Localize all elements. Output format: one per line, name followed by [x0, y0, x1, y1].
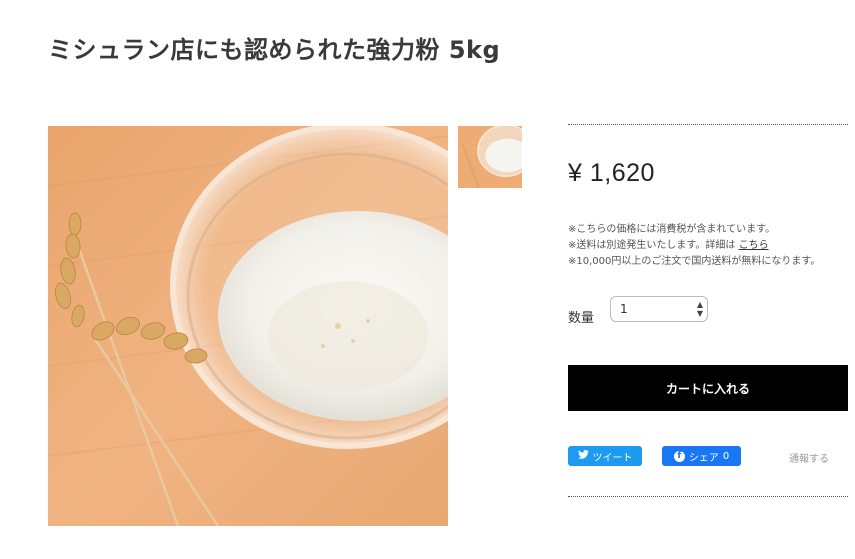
- quantity-value: 1: [620, 302, 628, 316]
- tax-note: ※こちらの価格には消費税が含まれています。: [568, 224, 776, 235]
- stepper-arrows-icon: ▲ ▼: [696, 300, 703, 318]
- add-to-cart-button[interactable]: カートに入れる: [568, 365, 848, 411]
- share-count: 0: [722, 450, 730, 462]
- purchase-panel: ¥ 1,620 ※こちらの価格には消費税が含まれています。 ※送料は別途発生いた…: [568, 124, 848, 497]
- tweet-button[interactable]: ツイート: [568, 446, 642, 466]
- facebook-share-button[interactable]: f シェア 0: [662, 446, 741, 466]
- price-notes: ※こちらの価格には消費税が含まれています。 ※送料は別途発生いたします。詳細は …: [568, 222, 820, 270]
- twitter-bird-icon: [577, 450, 589, 462]
- shipping-details-link[interactable]: こちら: [739, 240, 769, 251]
- share-label: シェア: [688, 452, 719, 464]
- divider-top: [568, 124, 848, 125]
- shipping-note-text: ※送料は別途発生いたします。詳細は: [568, 240, 736, 251]
- product-thumbnail[interactable]: [458, 126, 522, 188]
- facebook-icon: f: [673, 450, 685, 462]
- product-main-image: [48, 126, 448, 526]
- divider-bottom: [568, 496, 848, 497]
- free-shipping-note: ※10,000円以上のご注文で国内送料が無料になります。: [568, 256, 821, 267]
- product-title: ミシュラン店にも認められた強力粉 5kg: [48, 36, 501, 64]
- report-link[interactable]: 通報する: [789, 450, 829, 465]
- quantity-label: 数量: [568, 311, 595, 326]
- quantity-select[interactable]: 1 ▲ ▼: [610, 296, 708, 322]
- product-price: ¥ 1,620: [568, 159, 655, 187]
- tweet-label: ツイート: [592, 452, 633, 464]
- shipping-note: ※送料は別途発生いたします。詳細は こちら: [568, 238, 820, 254]
